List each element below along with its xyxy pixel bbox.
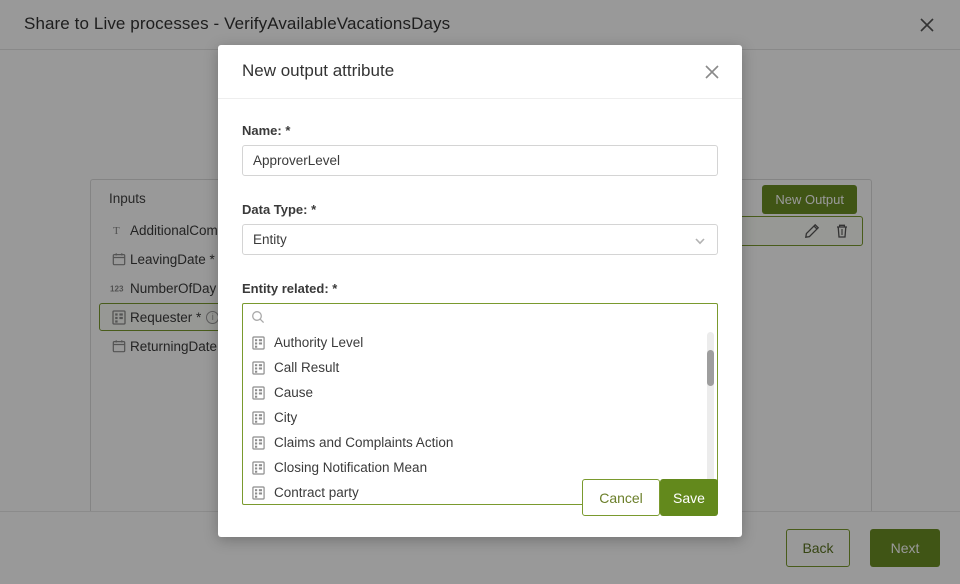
datatype-value: Entity xyxy=(253,232,287,247)
entity-option[interactable]: Cause xyxy=(243,380,717,405)
entity-option[interactable]: Call Result xyxy=(243,355,717,380)
entity-option-label: Authority Level xyxy=(274,335,364,350)
datatype-label: Data Type: * xyxy=(242,202,317,217)
name-input[interactable] xyxy=(242,145,718,176)
save-button[interactable]: Save xyxy=(660,479,718,516)
dialog-title: New output attribute xyxy=(242,61,395,80)
datatype-select[interactable]: Entity xyxy=(242,224,718,255)
entity-icon xyxy=(252,385,274,400)
entity-related-label: Entity related: * xyxy=(242,281,338,296)
entity-icon xyxy=(252,360,274,375)
entity-icon xyxy=(252,435,274,450)
close-icon[interactable] xyxy=(700,60,724,84)
entity-search-row[interactable] xyxy=(243,304,717,330)
search-icon xyxy=(251,310,265,324)
entity-option[interactable]: Claims and Complaints Action xyxy=(243,430,717,455)
entity-icon xyxy=(252,335,274,350)
cancel-button[interactable]: Cancel xyxy=(582,479,660,516)
dialog-header: New output attribute xyxy=(218,45,742,99)
search-input[interactable] xyxy=(273,309,673,325)
entity-option-label: Cause xyxy=(274,385,314,400)
entity-option[interactable]: Authority Level xyxy=(243,330,717,355)
entity-option-label: Claims and Complaints Action xyxy=(274,435,454,450)
entity-icon xyxy=(252,410,274,425)
chevron-down-icon xyxy=(693,234,707,251)
entity-option[interactable]: City xyxy=(243,405,717,430)
dialog-body: Name: * Data Type: * Entity Entity relat… xyxy=(218,99,742,505)
entity-option-label: Call Result xyxy=(274,360,340,375)
dialog-footer: Cancel Save xyxy=(218,465,742,537)
scrollbar-thumb[interactable] xyxy=(707,350,714,386)
entity-option-label: City xyxy=(274,410,298,425)
name-label: Name: * xyxy=(242,123,291,138)
new-output-attribute-dialog: New output attribute Name: * Data Type: … xyxy=(218,45,742,537)
